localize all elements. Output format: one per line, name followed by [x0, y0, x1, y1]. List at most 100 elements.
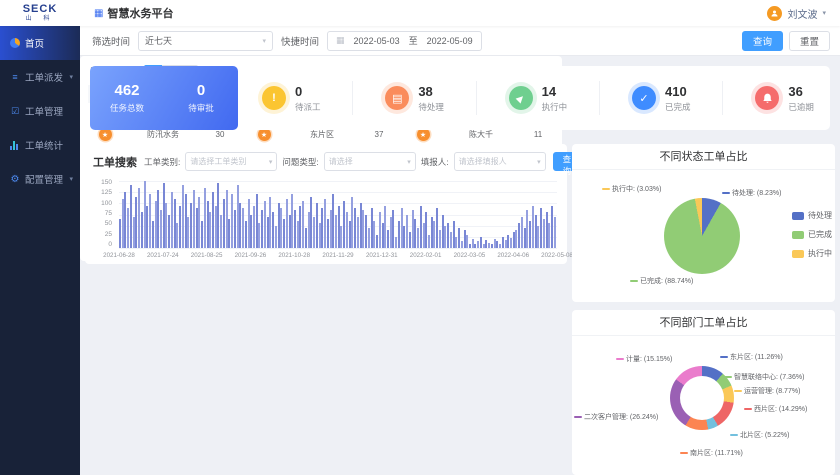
- quick-time-label: 快捷时间: [281, 34, 319, 48]
- bar: [212, 192, 214, 248]
- total-tasks-value: 462: [90, 82, 164, 99]
- slice-label: 计量: (15.15%): [616, 354, 672, 364]
- bar: [521, 217, 523, 248]
- chevron-down-icon: ▾: [537, 158, 541, 166]
- bar: [469, 244, 471, 248]
- slice-label: 智慧联络中心: (7.36%): [724, 372, 804, 382]
- bar: [379, 212, 381, 248]
- bar: [505, 240, 507, 248]
- legend-item[interactable]: 执行中: [792, 248, 832, 259]
- bar: [387, 230, 389, 248]
- date-separator: 至: [409, 34, 418, 47]
- stat-value: 14: [542, 84, 568, 99]
- query-button[interactable]: 查询: [742, 31, 783, 51]
- chevron-down-icon: ▾: [69, 175, 73, 183]
- main-content: 462 任务总数 0 待审批 ! 0 待派工 ▤ 38 待处理 ▶: [80, 56, 840, 475]
- bar: [444, 226, 446, 248]
- bar: [171, 192, 173, 248]
- bar: [327, 219, 329, 248]
- bar: [176, 223, 178, 248]
- bar: [384, 206, 386, 248]
- stat-label: 待派工: [295, 101, 321, 113]
- sidebar-item-order-manage[interactable]: ☑ 工单管理: [0, 94, 80, 128]
- bar: [207, 201, 209, 248]
- chevron-down-icon: ▾: [407, 158, 411, 166]
- bar: [239, 203, 241, 248]
- bar: [335, 215, 337, 249]
- bar: [546, 212, 548, 248]
- legend-item[interactable]: 待处理: [792, 210, 832, 221]
- avatar: [767, 6, 782, 21]
- bar: [231, 194, 233, 248]
- slice-label: 南片区: (11.71%): [680, 448, 743, 458]
- bar: [518, 223, 520, 248]
- x-tick: 2021-09-26: [235, 252, 267, 259]
- sidebar-item-label: 工单派发: [25, 70, 63, 84]
- y-tick: 125: [101, 189, 112, 196]
- order-category-label: 工单类别:: [144, 156, 180, 168]
- bar: [256, 194, 258, 248]
- bar: [130, 185, 132, 248]
- count-cell: 37: [363, 130, 395, 139]
- legend-label: 已完成: [808, 229, 832, 240]
- bell-icon: [755, 86, 779, 110]
- calendar-icon: ▦: [336, 35, 345, 46]
- bar: [357, 217, 359, 248]
- bar: [163, 183, 165, 248]
- stat-value: 38: [418, 84, 444, 99]
- bar: [349, 221, 351, 248]
- pending-approval: 0 待审批: [164, 82, 238, 114]
- bar: [127, 208, 129, 248]
- bar: [321, 208, 323, 248]
- sidebar-item-home[interactable]: 首页: [0, 26, 80, 60]
- user-menu[interactable]: 刘文波 ▾: [767, 6, 826, 21]
- bar: [330, 210, 332, 248]
- logo-text: SECK: [0, 4, 80, 15]
- bar: [499, 244, 501, 248]
- bar: [237, 185, 239, 248]
- problem-type-select[interactable]: 请选择 ▾: [324, 152, 416, 171]
- bar: [485, 240, 487, 248]
- chevron-down-icon: ▾: [263, 37, 267, 45]
- reporter-select[interactable]: 请选择填报人 ▾: [454, 152, 546, 171]
- bar: [398, 221, 400, 248]
- bar: [261, 210, 263, 248]
- bar: [537, 226, 539, 248]
- bar: [373, 221, 375, 248]
- reset-button[interactable]: 重置: [789, 31, 830, 51]
- sidebar-item-settings[interactable]: ⚙ 配置管理 ▾: [0, 162, 80, 196]
- bar: [299, 206, 301, 248]
- sidebar-item-order-stats[interactable]: 工单统计: [0, 128, 80, 162]
- logo-subtext: 山 科: [0, 16, 80, 22]
- warning-icon: !: [262, 86, 286, 110]
- bar: [258, 223, 260, 248]
- select-placeholder: 请选择填报人: [459, 156, 507, 167]
- bar: [458, 228, 460, 248]
- time-range-value: 近七天: [145, 34, 172, 47]
- bar: [190, 203, 192, 248]
- grid-icon: ▦: [94, 8, 103, 19]
- bar: [455, 237, 457, 248]
- bar: [442, 215, 444, 249]
- bar: [226, 190, 228, 248]
- bar: [223, 199, 225, 248]
- pending-approval-value: 0: [164, 82, 238, 99]
- date-range-picker[interactable]: ▦ 2022-05-03 至 2022-05-09: [327, 31, 482, 51]
- stat-in-progress: ▶ 14 执行中: [509, 84, 568, 113]
- bar: [168, 215, 170, 249]
- bar: [193, 190, 195, 248]
- x-tick: 2022-02-01: [410, 252, 442, 259]
- date-start: 2022-05-03: [354, 36, 400, 46]
- status-pie-area: 待处理: (8.23%)已完成: (88.74%)执行中: (3.03%) 待处…: [572, 170, 835, 301]
- legend-item[interactable]: 已完成: [792, 229, 832, 240]
- filter-buttons: 查询 重置: [742, 31, 830, 51]
- time-range-select[interactable]: 近七天 ▾: [138, 31, 273, 51]
- home-icon: [10, 38, 20, 48]
- order-category-select[interactable]: 请选择工单类别 ▾: [185, 152, 277, 171]
- sidebar-item-dispatch[interactable]: ≡ 工单派发 ▾: [0, 60, 80, 94]
- bar: [447, 223, 449, 248]
- y-tick: 25: [105, 231, 112, 238]
- bar: [360, 203, 362, 248]
- stat-label: 已逾期: [788, 101, 814, 113]
- bar: [417, 228, 419, 248]
